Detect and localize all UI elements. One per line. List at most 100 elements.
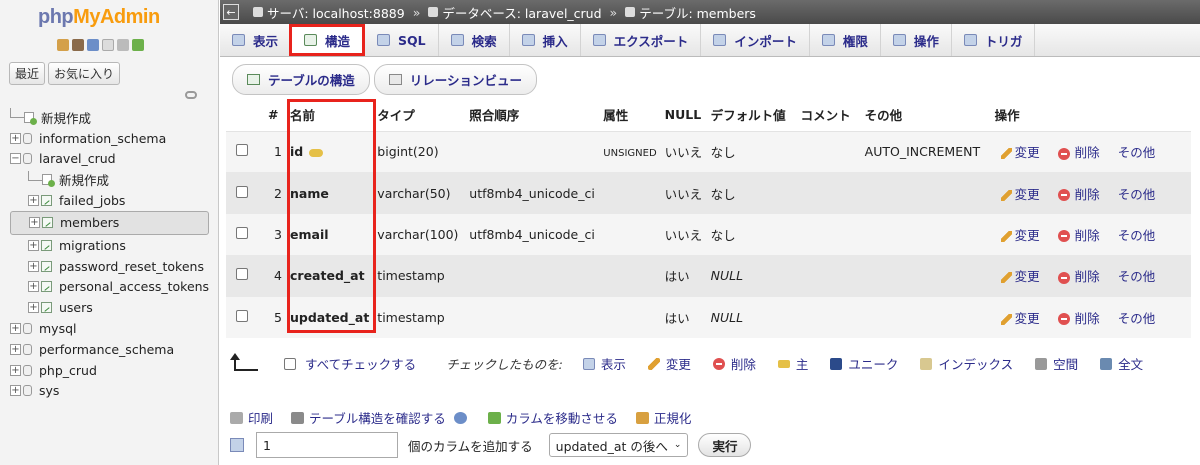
tree-item-information-schema[interactable]: + information_schema — [10, 128, 209, 149]
tree-item-members[interactable]: + members — [10, 210, 210, 235]
more-link[interactable]: その他 — [1118, 228, 1156, 243]
docs-icon[interactable] — [102, 39, 114, 51]
more-link[interactable]: その他 — [1118, 269, 1156, 284]
tree-item-新規作成[interactable]: 新規作成 — [10, 107, 209, 128]
tab-browse[interactable]: 表示 — [220, 24, 292, 56]
change-link[interactable]: 変更 — [1000, 187, 1040, 202]
expand-toggle-icon[interactable]: + — [10, 323, 21, 335]
reload-icon[interactable] — [132, 39, 144, 51]
favorites-button[interactable]: お気に入り — [48, 62, 121, 85]
drop-link[interactable]: 削除 — [1057, 311, 1100, 326]
propose-structure-link[interactable]: テーブル構造を確認する — [291, 408, 446, 427]
check-all-link[interactable]: すべてチェックする — [305, 354, 416, 373]
add-columns-form: 1 個のカラムを追加する updated_at の後へ ⌄ 実行 — [230, 432, 752, 458]
default-value: なし — [710, 186, 736, 202]
tab-privileges[interactable]: 権限 — [810, 24, 881, 56]
tree-item-personal-access-tokens[interactable]: + personal_access_tokens — [10, 277, 209, 298]
tree-item-新規作成[interactable]: 新規作成 — [10, 169, 209, 190]
tab-operations[interactable]: 操作 — [881, 24, 952, 56]
bulk-fulltext-button[interactable]: 全文 — [1100, 354, 1143, 373]
bulk-primary-button[interactable]: 主 — [777, 354, 808, 373]
drop-link[interactable]: 削除 — [1057, 228, 1100, 243]
bulk-unique-button[interactable]: ユニーク — [830, 354, 898, 373]
tree-item-performance-schema[interactable]: + performance_schema — [10, 339, 209, 360]
subtab-table-structure[interactable]: テーブルの構造 — [232, 64, 370, 95]
bulk-change-button[interactable]: 変更 — [647, 354, 691, 373]
more-link[interactable]: その他 — [1118, 311, 1156, 326]
expand-toggle-icon[interactable]: + — [28, 281, 39, 293]
tab-export[interactable]: エクスポート — [581, 24, 702, 56]
tab-insert[interactable]: 挿入 — [510, 24, 581, 56]
tree-item-password-reset-tokens[interactable]: + password_reset_tokens — [10, 256, 209, 277]
move-columns-link[interactable]: カラムを移動させる — [487, 408, 618, 427]
phpmyadmin-logo[interactable]: phpMyAdmin — [38, 6, 160, 29]
tab-sql[interactable]: SQL — [365, 24, 439, 56]
tree-item-migrations[interactable]: + migrations — [10, 235, 209, 256]
normalize-link[interactable]: 正規化 — [635, 408, 691, 427]
field-default: なし — [706, 213, 797, 256]
tab-search[interactable]: 検索 — [439, 24, 510, 56]
breadcrumb: ← サーバ: localhost:8889 » データベース: laravel_… — [220, 0, 1200, 24]
row-checkbox[interactable] — [236, 309, 248, 322]
position-select[interactable]: updated_at の後へ ⌄ — [548, 433, 689, 457]
more-link[interactable]: その他 — [1118, 187, 1156, 202]
tab-structure[interactable]: 構造 — [289, 24, 366, 56]
expand-toggle-icon[interactable]: + — [28, 260, 39, 272]
expand-toggle-icon[interactable]: + — [28, 302, 39, 314]
table-row: 4 created_at timestamp はい NULL 変更 削除 その他 — [226, 255, 1191, 297]
change-link[interactable]: 変更 — [1000, 269, 1040, 284]
go-button[interactable]: 実行 — [698, 433, 752, 457]
tree-item-sys[interactable]: + sys — [10, 381, 209, 402]
change-link[interactable]: 変更 — [1000, 145, 1040, 160]
breadcrumb-table[interactable]: テーブル: members — [639, 3, 756, 22]
drop-link[interactable]: 削除 — [1057, 187, 1100, 202]
settings-icon[interactable] — [117, 39, 129, 51]
help-icon[interactable] — [453, 411, 472, 424]
tab-triggers[interactable]: トリガ — [952, 24, 1036, 56]
tab-import[interactable]: インポート — [701, 24, 810, 56]
expand-toggle-icon[interactable]: − — [10, 153, 21, 165]
logo-php: php — [38, 6, 74, 28]
pencil-icon — [1000, 148, 1012, 160]
change-link[interactable]: 変更 — [1000, 311, 1040, 326]
row-checkbox[interactable] — [236, 226, 248, 239]
row-checkbox[interactable] — [236, 268, 248, 281]
tree-item-laravel-crud[interactable]: − laravel_crud — [10, 149, 209, 170]
bulk-index-button[interactable]: インデックス — [920, 354, 1013, 373]
recent-button[interactable]: 最近 — [9, 62, 46, 85]
drop-link[interactable]: 削除 — [1057, 145, 1100, 160]
expand-toggle-icon[interactable]: + — [29, 217, 40, 229]
row-checkbox[interactable] — [236, 144, 248, 157]
field-type: bigint(20) — [373, 131, 466, 173]
tree-item-php-crud[interactable]: + php_crud — [10, 360, 209, 381]
bulk-spatial-button[interactable]: 空間 — [1035, 354, 1078, 373]
drop-link[interactable]: 削除 — [1057, 269, 1100, 284]
exit-icon[interactable] — [72, 39, 84, 51]
add-column-count-input[interactable]: 1 — [256, 432, 398, 458]
footer-label: テーブル構造を確認する — [309, 411, 446, 426]
row-checkbox[interactable] — [236, 185, 248, 198]
breadcrumb-server[interactable]: サーバ: localhost:8889 — [267, 3, 405, 22]
collapse-nav-icon[interactable]: ← — [223, 4, 239, 20]
change-link[interactable]: 変更 — [1000, 228, 1040, 243]
expand-toggle-icon[interactable]: + — [10, 343, 21, 355]
tree-item-mysql[interactable]: + mysql — [10, 318, 209, 339]
home-icon[interactable] — [57, 39, 69, 51]
bulk-drop-button[interactable]: 削除 — [712, 354, 756, 373]
expand-toggle-icon[interactable]: + — [28, 239, 39, 251]
check-all-checkbox[interactable] — [284, 357, 296, 370]
tree-item-users[interactable]: + users — [10, 297, 209, 318]
link-with-main-icon[interactable] — [185, 91, 197, 99]
expand-toggle-icon[interactable]: + — [10, 132, 21, 144]
print-link[interactable]: 印刷 — [230, 408, 273, 427]
help-icon[interactable] — [87, 39, 99, 51]
bulk-browse-button[interactable]: 表示 — [582, 354, 626, 373]
breadcrumb-database[interactable]: データベース: laravel_crud — [442, 3, 601, 22]
tab-label: 権限 — [842, 33, 868, 49]
subtab-relation-view[interactable]: リレーションビュー — [373, 64, 538, 95]
more-link[interactable]: その他 — [1118, 145, 1156, 160]
expand-toggle-icon[interactable]: + — [10, 364, 21, 376]
tree-item-failed-jobs[interactable]: + failed_jobs — [10, 190, 209, 211]
expand-toggle-icon[interactable]: + — [28, 195, 39, 207]
expand-toggle-icon[interactable]: + — [10, 385, 21, 397]
